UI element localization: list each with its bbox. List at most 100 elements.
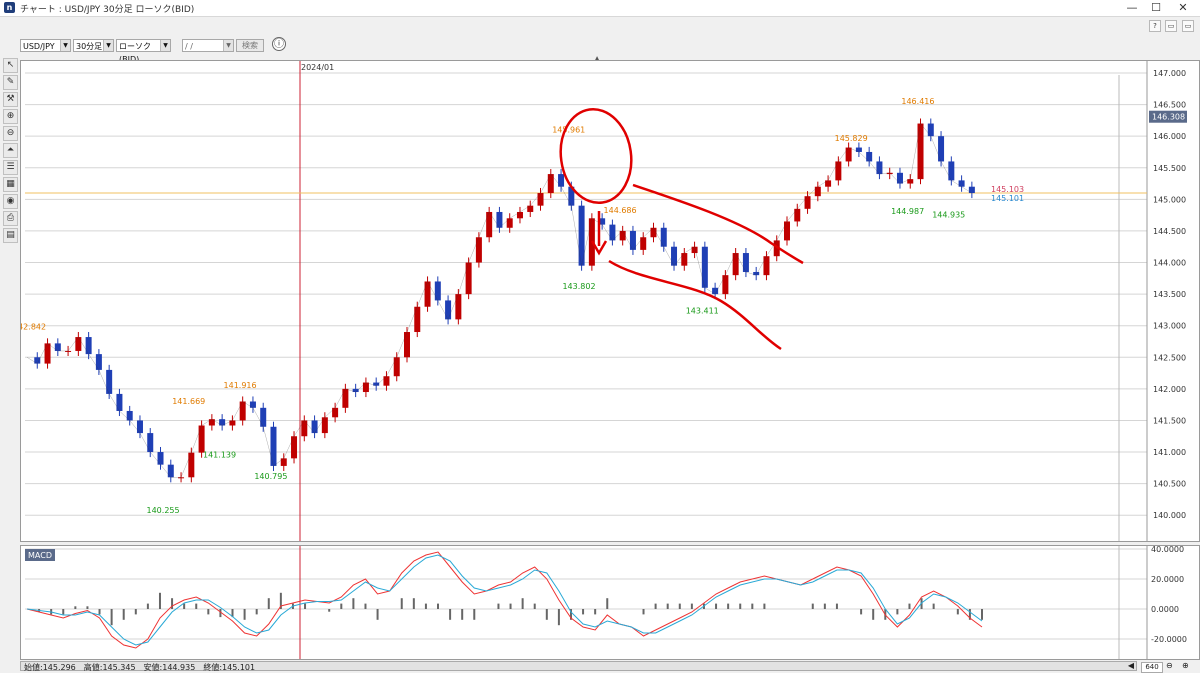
candle-body (167, 464, 174, 478)
candle-body (825, 180, 832, 187)
signal-line (26, 554, 983, 646)
print-icon[interactable]: ⎙ (3, 211, 18, 226)
macd-y-tick-label: -20.0000 (1151, 635, 1187, 644)
candle-body (845, 147, 852, 162)
candle-body (383, 376, 390, 386)
candle-body (496, 211, 503, 228)
candle-body (938, 136, 945, 162)
grid-icon[interactable]: ▦ (3, 177, 18, 192)
candle-body (650, 227, 657, 238)
timeframe-select[interactable]: 30分足 ▼ (73, 39, 114, 52)
y-axis-tick-label: 145.000 (1153, 195, 1186, 204)
help-button[interactable]: ? (1149, 20, 1161, 32)
y-axis-tick-label: 142.000 (1153, 385, 1186, 394)
cursor-icon[interactable]: ↖ (3, 58, 18, 73)
candle-body (75, 337, 82, 351)
candle-body (712, 287, 719, 295)
macd-y-tick-label: 40.0000 (1151, 546, 1184, 554)
y-axis-tick-label: 143.500 (1153, 290, 1186, 299)
chart-toolbar: ? ▭ ▭ ▲ USD/JPY ▼ 30分足 ▼ ローソク(BID) ▼ / /… (0, 17, 1200, 64)
candle-body (855, 147, 862, 152)
info-icon[interactable]: ⓘ (272, 37, 286, 51)
candle-body (208, 419, 215, 426)
macd-line (26, 551, 983, 649)
symbol-select-value: USD/JPY (23, 42, 55, 51)
app-logo-icon: n (4, 2, 15, 13)
candle-body (609, 224, 616, 241)
list-icon[interactable]: ☰ (3, 160, 18, 175)
y-axis-tick-label: 144.500 (1153, 227, 1186, 236)
window-title-bar: n チャート : USD/JPY 30分足 ローソク(BID) — ☐ ✕ (0, 0, 1200, 17)
candle-body (640, 237, 647, 250)
candle-body (701, 246, 708, 288)
zoom-out-icon[interactable]: ⊖ (3, 126, 18, 141)
candle-body (455, 294, 462, 320)
candle-body (763, 256, 770, 276)
window-title: チャート : USD/JPY 30分足 ローソク(BID) (20, 5, 195, 15)
chart-type-select[interactable]: ローソク(BID) ▼ (116, 39, 171, 64)
y-axis-tick-label: 142.500 (1153, 353, 1186, 362)
low-price-label: 143.411 (686, 307, 719, 316)
pin-button[interactable]: ▭ (1165, 20, 1177, 32)
low-price-label: 140.795 (254, 472, 287, 481)
scroll-left-arrow-icon[interactable]: ◀ (1128, 661, 1134, 670)
zoom-level-value[interactable]: 640 (1141, 662, 1163, 673)
candle-body (876, 161, 883, 175)
candle-body (85, 337, 92, 355)
macd-title: MACD (28, 551, 52, 560)
high-price-label: 142.842 (21, 323, 46, 332)
y-axis-tick-label: 140.000 (1153, 511, 1186, 520)
macd-y-tick-label: 20.0000 (1151, 575, 1184, 584)
candle-body (311, 420, 318, 434)
candle-body (116, 393, 123, 411)
candle-body (342, 388, 349, 408)
candle-body (691, 246, 698, 254)
candle-body (681, 253, 688, 266)
date-picker-value: / / (185, 42, 193, 51)
chevron-down-icon: ▼ (60, 40, 70, 51)
low-price-label: 144.987 (891, 207, 924, 216)
candle-body (794, 208, 801, 222)
price-chart[interactable]: 147.000 146.500 146.000 145.500 145.000 144.5… (21, 61, 1199, 541)
chevron-down-icon: ▼ (103, 40, 113, 51)
candle-body (393, 357, 400, 377)
candle-body (506, 218, 513, 228)
price-path (26, 123, 972, 478)
zoom-in-icon[interactable]: ⊕ (3, 109, 18, 124)
candle-body (136, 420, 143, 434)
y-axis-tick-label: 145.500 (1153, 164, 1186, 173)
candle-body (404, 332, 410, 358)
symbol-select[interactable]: USD/JPY ▼ (20, 39, 71, 52)
zoom-in-button[interactable]: ⊕ (1182, 661, 1189, 670)
close-button[interactable]: ✕ (1166, 0, 1200, 16)
timeframe-select-value: 30分足 (76, 42, 103, 51)
candle-body (814, 186, 821, 197)
candle-body (619, 230, 626, 241)
candle-body (475, 237, 482, 263)
drawing-tools-column: ↖ ✎ ⚒ ⊕ ⊖ ⏶ ☰ ▦ ◉ ⎙ ▤ (2, 58, 18, 245)
date-picker[interactable]: / / ▼ (182, 39, 234, 52)
popout-button[interactable]: ▭ (1182, 20, 1194, 32)
high-price-label: 146.416 (901, 97, 934, 106)
price-chart-panel[interactable]: 147.000 146.500 146.000 145.500 145.000 144.5… (20, 60, 1200, 542)
candle-body (835, 161, 842, 181)
export-icon[interactable]: ▤ (3, 228, 18, 243)
zoom-out-button[interactable]: ⊖ (1166, 661, 1173, 670)
indicator-icon[interactable]: ⏶ (3, 143, 18, 158)
y-axis-tick-label: 144.000 (1153, 259, 1186, 268)
eye-icon[interactable]: ◉ (3, 194, 18, 209)
draw-tool-icon[interactable]: ⚒ (3, 92, 18, 107)
macd-panel[interactable]: 40.0000 20.0000 0.0000 -20.0000 MACD (20, 545, 1200, 660)
candle-body (362, 382, 369, 393)
candle-body (722, 275, 729, 295)
candle-body (157, 452, 164, 465)
pen-icon[interactable]: ✎ (3, 75, 18, 90)
candle-body (527, 205, 534, 212)
high-price-label: 144.686 (604, 206, 637, 215)
candle-body (917, 123, 924, 180)
chevron-down-icon: ▼ (160, 40, 170, 51)
search-button[interactable]: 検索 (236, 39, 264, 52)
macd-chart[interactable]: 40.0000 20.0000 0.0000 -20.0000 MACD (21, 546, 1199, 659)
candle-body (106, 369, 113, 394)
candle-body (958, 180, 965, 187)
